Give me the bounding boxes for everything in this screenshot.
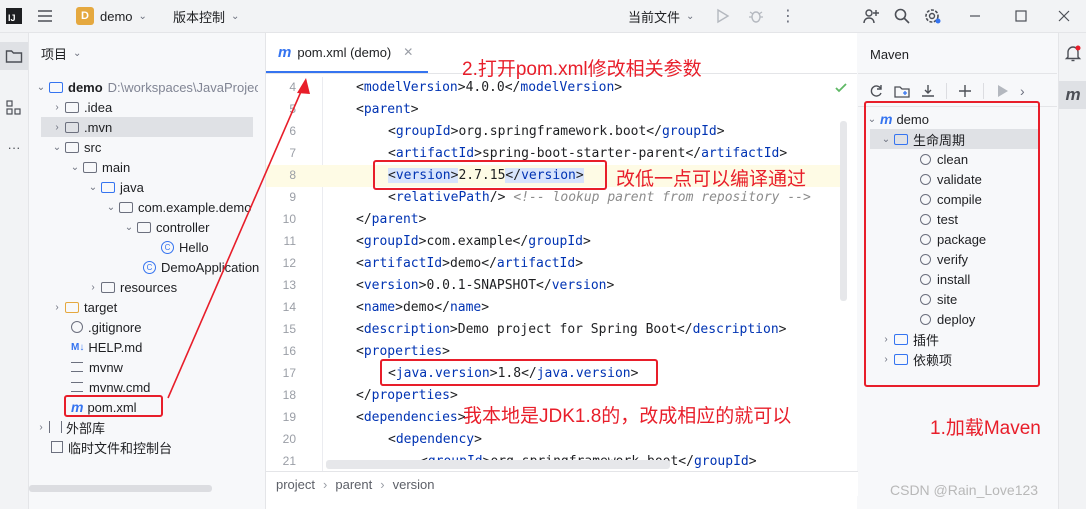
annotation-jdk: 我本地是JDK1.8的，改成相应的就可以 [463,406,792,427]
annotation-box-version [373,160,607,190]
annotation-lower-version: 改低一点可以编译通过 [616,169,807,190]
watermark: CSDN @Rain_Love123 [890,482,1039,498]
annotation-load-maven: 1.加载Maven [930,418,1041,439]
annotation-box-java-version [380,359,658,386]
annotation-box-pom [64,395,163,417]
annotation-box-maven [864,101,1040,387]
annotation-open-pom: 2.打开pom.xml修改相关参数 [462,59,702,80]
